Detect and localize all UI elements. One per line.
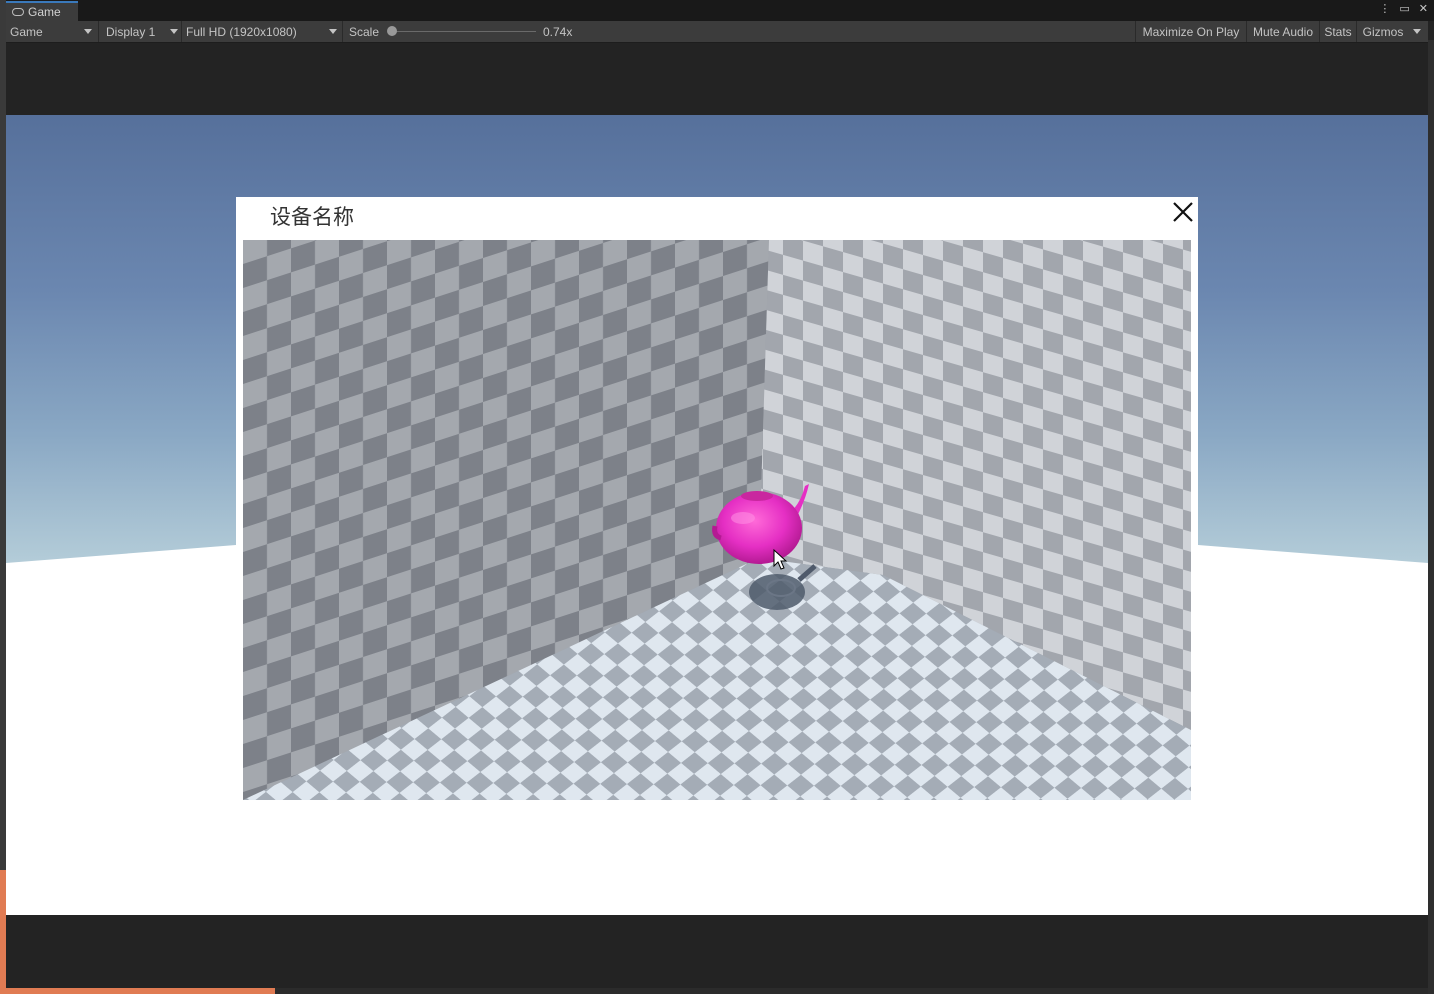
- device-dialog: 设备名称: [236, 197, 1198, 915]
- dialog-title: 设备名称: [270, 205, 354, 229]
- bottom-orange-accent: [0, 988, 275, 994]
- scale-slider-track[interactable]: [392, 31, 536, 32]
- scale-slider-handle[interactable]: [387, 26, 397, 36]
- bottom-panel: [6, 915, 1428, 988]
- bottom-editor-strip: [0, 988, 1434, 994]
- scale-value: 0.74x: [543, 24, 573, 39]
- tab-game[interactable]: Game: [6, 1, 78, 21]
- gizmos-dropdown[interactable]: [1412, 21, 1428, 42]
- maximize-icon[interactable]: ▭: [1399, 2, 1409, 15]
- more-icon[interactable]: ⋮: [1379, 2, 1390, 15]
- display-label: Display 1: [106, 24, 156, 39]
- close-window-icon[interactable]: ✕: [1419, 2, 1428, 15]
- close-icon[interactable]: [1172, 201, 1194, 223]
- separator: [1356, 21, 1357, 42]
- separator: [98, 21, 99, 42]
- tab-game-label: Game: [28, 5, 61, 19]
- maximize-on-play-button[interactable]: Maximize On Play: [1136, 21, 1246, 42]
- scale-label: Scale: [349, 24, 380, 39]
- stats-button[interactable]: Stats: [1320, 21, 1356, 42]
- mute-audio-button[interactable]: Mute Audio: [1247, 21, 1319, 42]
- resolution-label: Full HD (1920x1080): [186, 24, 297, 39]
- device-preview-render[interactable]: [243, 240, 1191, 800]
- right-editor-strip: [1428, 40, 1434, 994]
- display-dropdown[interactable]: Display 1: [106, 21, 182, 42]
- chevron-down-icon: [1413, 28, 1421, 34]
- gizmos-button[interactable]: Gizmos: [1358, 21, 1408, 42]
- gamepad-icon: [12, 8, 24, 16]
- game-toolbar: Game Display 1 Full HD (1920x1080) Scale…: [6, 21, 1428, 43]
- render-scene: [243, 240, 1191, 800]
- separator: [181, 21, 182, 42]
- tab-bar: Game ⋮ ▭ ✕: [6, 0, 1434, 21]
- resolution-dropdown[interactable]: Full HD (1920x1080): [186, 21, 341, 42]
- window-controls: ⋮ ▭ ✕: [1379, 2, 1428, 15]
- separator: [342, 21, 343, 42]
- view-mode-label: Game: [10, 24, 43, 39]
- view-mode-dropdown[interactable]: Game: [10, 21, 96, 42]
